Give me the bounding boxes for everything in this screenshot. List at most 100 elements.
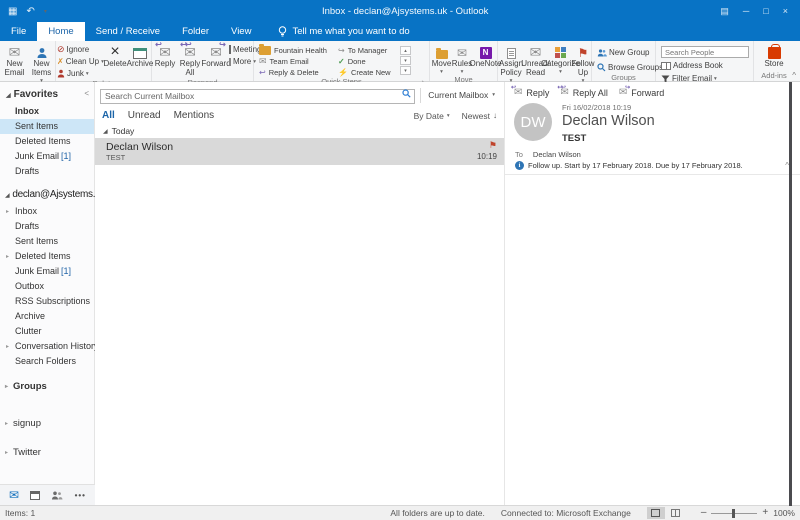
new-items-button[interactable]: New Items ▾ bbox=[28, 43, 55, 84]
quick-step-create-new[interactable]: ⚡ Create New bbox=[338, 68, 398, 77]
more-button[interactable]: More ▾ bbox=[229, 56, 256, 67]
sidebar-item-favorites-deleted-items[interactable]: Deleted Items bbox=[0, 134, 94, 149]
tab-home[interactable]: Home bbox=[37, 22, 85, 41]
sidebar-item-favorites-sent-items[interactable]: Sent Items bbox=[0, 119, 94, 134]
tell-me-box[interactable]: Tell me what you want to do bbox=[278, 22, 410, 41]
forward-button[interactable]: ✉ ↪ Forward bbox=[201, 41, 230, 69]
follow-up-button[interactable]: ⚑ Follow Up ▾ bbox=[571, 43, 594, 84]
quick-step-done[interactable]: ✓ Done bbox=[338, 57, 398, 66]
categorize-button[interactable]: Categorize ▾ bbox=[541, 43, 580, 75]
group-header-today[interactable]: ◢ Today bbox=[95, 124, 504, 138]
sidebar-item-clutter[interactable]: Clutter bbox=[0, 324, 94, 339]
reply-all-button[interactable]: ✉ ↩↩ Reply All bbox=[177, 41, 203, 78]
close-button[interactable]: × bbox=[783, 6, 788, 16]
clean-up-button[interactable]: ✗ Clean Up ▾ bbox=[57, 56, 104, 67]
ribbon-display-options-icon[interactable]: ▤ bbox=[720, 6, 729, 17]
reading-to-recipient[interactable]: Declan Wilson bbox=[533, 150, 581, 159]
browse-groups-button[interactable]: Browse Groups bbox=[597, 62, 663, 73]
section-expand-icon[interactable]: ▸ bbox=[5, 420, 8, 427]
quick-step-reply-delete[interactable]: ↩ Reply & Delete bbox=[259, 68, 332, 77]
meeting-button[interactable]: Meeting bbox=[229, 44, 261, 55]
search-scope-dropdown[interactable]: Current Mailbox ▾ bbox=[420, 87, 499, 103]
sidebar-item-favorites-inbox[interactable]: Inbox bbox=[0, 104, 94, 119]
new-email-button[interactable]: ✉ New Email bbox=[1, 43, 28, 78]
zoom-out-button[interactable]: – bbox=[701, 508, 707, 518]
nav-more-icon[interactable]: ••• bbox=[75, 491, 86, 500]
new-group-button[interactable]: New Group bbox=[597, 47, 663, 58]
mail-nav-icon[interactable]: ✉ bbox=[9, 488, 19, 502]
sidebar-item-search-folders[interactable]: Search Folders bbox=[0, 354, 94, 369]
archive-button[interactable]: Archive bbox=[127, 43, 153, 69]
folder-expand-icon[interactable]: ▸ bbox=[6, 252, 9, 263]
junk-button[interactable]: Junk ▾ bbox=[57, 68, 103, 79]
reply-all-link[interactable]: ✉ ↩↩ Reply All bbox=[557, 85, 607, 98]
minimize-button[interactable]: ─ bbox=[743, 6, 749, 16]
undo-icon[interactable]: ↶ bbox=[26, 6, 34, 17]
people-nav-icon[interactable] bbox=[51, 491, 63, 500]
sidebar-item-rss-subscriptions[interactable]: RSS Subscriptions bbox=[0, 294, 94, 309]
search-icon[interactable] bbox=[402, 89, 411, 98]
sidebar-item-conversation-history[interactable]: ▸ Conversation History bbox=[0, 339, 99, 354]
collapse-folder-pane-icon[interactable]: < bbox=[84, 89, 89, 98]
store-button[interactable]: Store bbox=[760, 43, 788, 69]
folder-expand-icon[interactable]: ▸ bbox=[6, 342, 9, 353]
quick-step-team-email[interactable]: ✉ Team Email bbox=[259, 56, 332, 66]
qat-dropdown-icon[interactable]: ▾ bbox=[44, 8, 47, 15]
reply-link[interactable]: ✉ ↩ Reply bbox=[511, 85, 549, 98]
sidebar-section-groups[interactable]: ▸ Groups bbox=[0, 379, 94, 394]
sort-direction-button[interactable]: Newest ↓ bbox=[462, 111, 497, 121]
quick-steps-overflow-icon[interactable]: ▾ bbox=[400, 66, 411, 75]
zoom-in-button[interactable]: + bbox=[762, 508, 768, 518]
zoom-slider[interactable] bbox=[711, 508, 758, 518]
flag-icon[interactable]: ⚑ bbox=[489, 140, 497, 151]
ignore-button[interactable]: ⊘ Ignore bbox=[57, 44, 103, 55]
onenote-button[interactable]: N OneNote bbox=[469, 43, 502, 69]
favorites-header[interactable]: ◢ Favorites < bbox=[0, 82, 94, 104]
search-people-input[interactable] bbox=[661, 46, 749, 58]
reply-button[interactable]: ✉ ↩ Reply bbox=[153, 41, 177, 69]
send-receive-icon[interactable]: ▦ bbox=[8, 6, 17, 17]
sidebar-item-inbox[interactable]: ▸ Inbox bbox=[0, 204, 94, 219]
assign-policy-button[interactable]: Assign Policy ▾ bbox=[499, 43, 523, 84]
search-input[interactable] bbox=[100, 88, 416, 104]
account-header[interactable]: ◢ declan@Ajsystems.uk bbox=[0, 179, 105, 204]
tab-folder[interactable]: Folder bbox=[171, 22, 220, 41]
tab-view[interactable]: View bbox=[220, 22, 262, 41]
reading-view-button[interactable] bbox=[667, 507, 685, 519]
quick-step-to-manager[interactable]: ↪ To Manager bbox=[338, 46, 398, 55]
sidebar-item-favorites-junk-email[interactable]: Junk Email [1] bbox=[0, 149, 94, 164]
delete-button[interactable]: × Delete bbox=[103, 43, 127, 69]
forward-link[interactable]: ✉ ↪ Forward bbox=[619, 85, 664, 98]
sidebar-item-outbox[interactable]: Outbox bbox=[0, 279, 94, 294]
tab-file[interactable]: File bbox=[0, 22, 37, 41]
sidebar-item-archive[interactable]: Archive bbox=[0, 309, 94, 324]
normal-view-button[interactable] bbox=[646, 507, 665, 519]
tab-send-receive[interactable]: Send / Receive bbox=[85, 22, 171, 41]
filter-tab-mentions[interactable]: Mentions bbox=[174, 110, 215, 121]
address-book-button[interactable]: Address Book bbox=[661, 60, 749, 71]
sidebar-item-junk-email[interactable]: Junk Email [1] bbox=[0, 264, 94, 279]
zoom-slider-handle[interactable] bbox=[732, 508, 736, 518]
scroll-down-icon[interactable]: ▾ bbox=[400, 56, 411, 65]
sidebar-item-favorites-drafts[interactable]: Drafts bbox=[0, 164, 94, 179]
sort-by-dropdown[interactable]: By Date ▾ bbox=[414, 111, 450, 121]
maximize-button[interactable]: □ bbox=[763, 6, 768, 16]
quick-step-fountain-health[interactable]: Fountain Health bbox=[259, 44, 332, 55]
filter-tab-all[interactable]: All bbox=[102, 110, 115, 121]
section-expand-icon[interactable]: ▸ bbox=[5, 383, 8, 390]
sidebar-item-drafts[interactable]: Drafts bbox=[0, 219, 94, 234]
reading-sender[interactable]: Declan Wilson bbox=[562, 113, 655, 129]
filter-tab-unread[interactable]: Unread bbox=[128, 110, 161, 121]
sidebar-section-twitter[interactable]: ▸ Twitter bbox=[0, 445, 94, 460]
section-expand-icon[interactable]: ▸ bbox=[5, 449, 8, 456]
move-button[interactable]: Move ▾ bbox=[431, 43, 452, 75]
sidebar-item-deleted-items[interactable]: ▸ Deleted Items bbox=[0, 249, 94, 264]
folder-expand-icon[interactable]: ▸ bbox=[6, 207, 9, 218]
scroll-up-icon[interactable]: ▴ bbox=[400, 46, 411, 55]
sidebar-section-signup[interactable]: ▸ signup bbox=[0, 416, 94, 431]
avatar[interactable]: DW bbox=[514, 103, 552, 141]
message-list-item[interactable]: Declan Wilson TEST ⚑ 10:19 bbox=[95, 138, 504, 165]
ribbon-collapse-icon[interactable]: ^ bbox=[792, 71, 796, 80]
calendar-nav-icon[interactable] bbox=[30, 490, 41, 500]
sidebar-item-sent-items[interactable]: Sent Items bbox=[0, 234, 94, 249]
